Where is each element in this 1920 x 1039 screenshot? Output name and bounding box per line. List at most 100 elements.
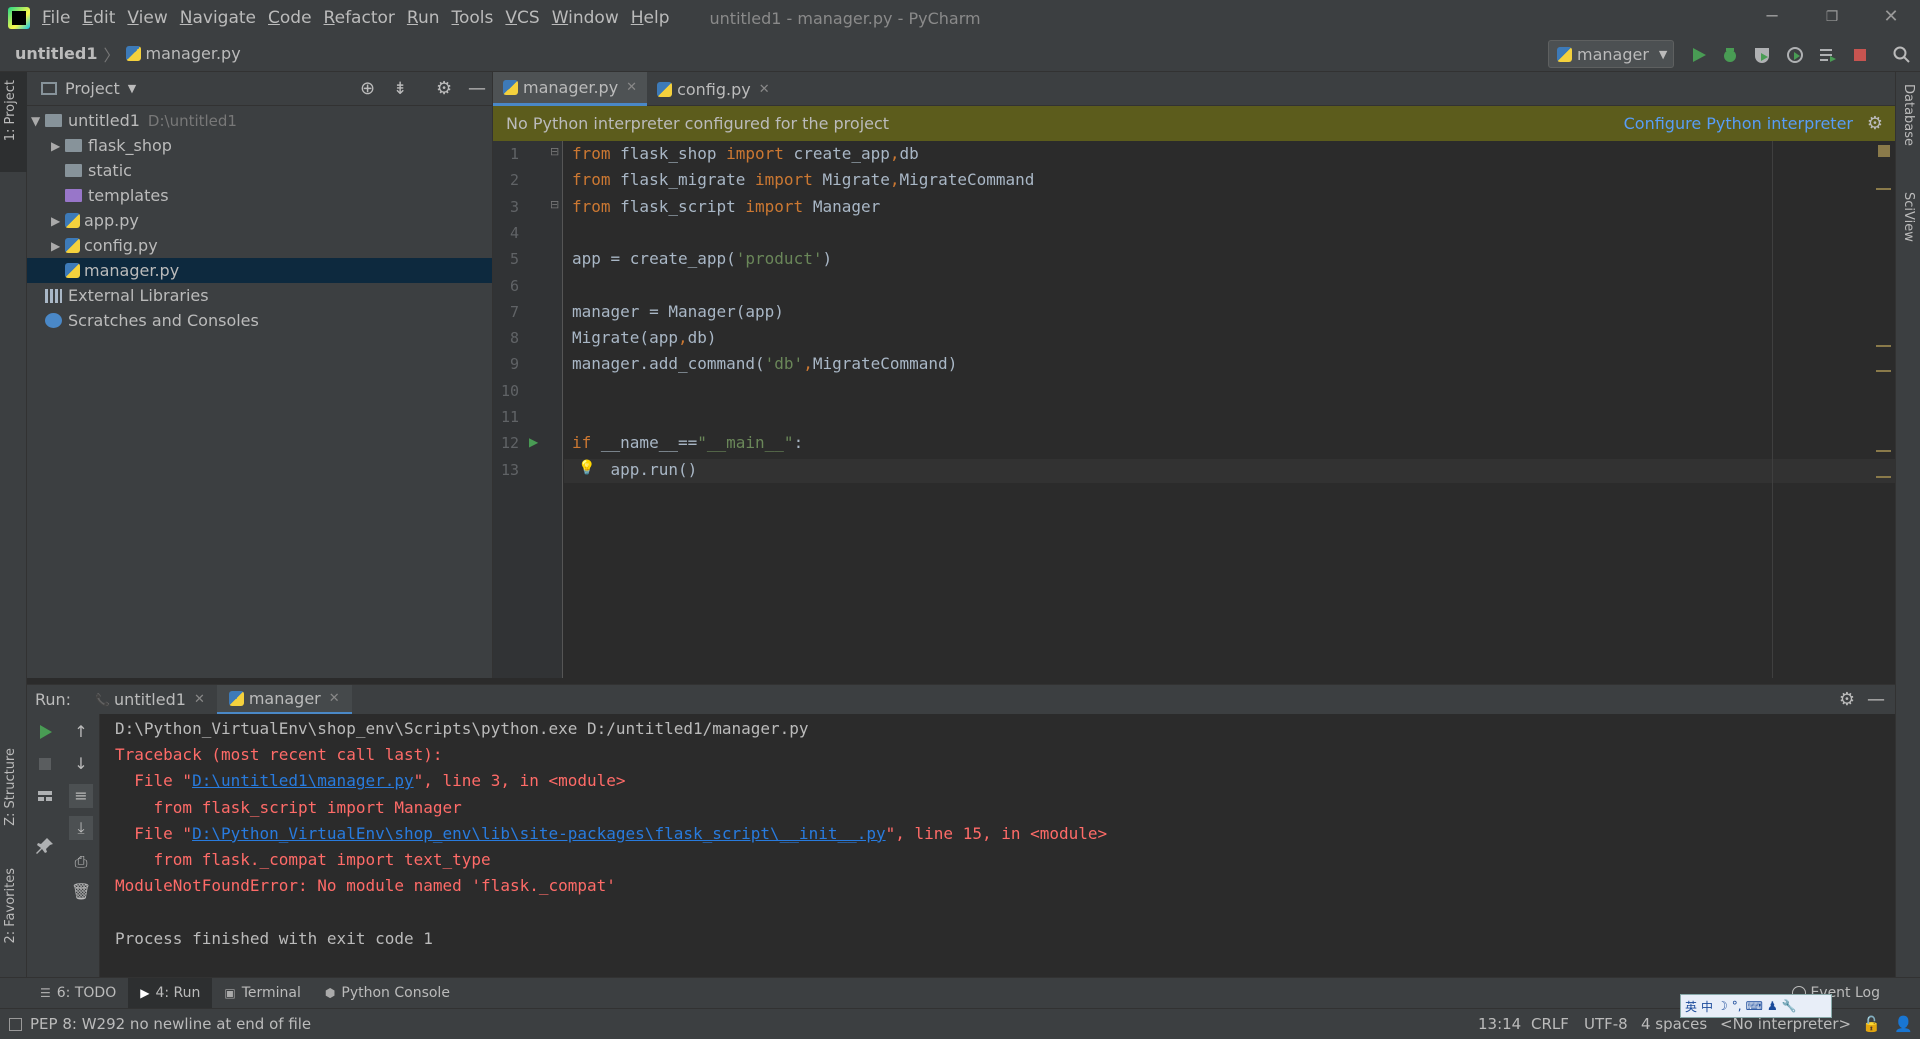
- close-button[interactable]: ✕: [1871, 6, 1911, 27]
- chevron-down-icon[interactable]: ▼: [128, 82, 136, 95]
- file-encoding[interactable]: UTF-8: [1584, 1015, 1628, 1033]
- console-file-link[interactable]: D:\Python_VirtualEnv\shop_env\lib\site-p…: [192, 824, 886, 843]
- stop-icon[interactable]: [35, 754, 55, 774]
- hide-panel-icon[interactable]: —: [1867, 689, 1885, 710]
- debug-icon[interactable]: [1720, 45, 1740, 65]
- breadcrumb-project[interactable]: untitled1: [15, 44, 97, 63]
- menu-help[interactable]: Help: [631, 8, 680, 28]
- tool-tab-terminal[interactable]: ▣ Terminal: [212, 978, 313, 1009]
- search-icon[interactable]: [1892, 45, 1912, 65]
- line-separator[interactable]: CRLF: [1531, 1015, 1569, 1033]
- database-stripe-tab[interactable]: Database: [1901, 84, 1916, 146]
- menu-vcs[interactable]: VCS: [505, 8, 549, 28]
- ime-button[interactable]: °,: [1732, 999, 1742, 1013]
- minimize-button[interactable]: ─: [1752, 6, 1792, 27]
- ime-button[interactable]: ⌨: [1746, 999, 1763, 1013]
- ime-button[interactable]: ☽: [1717, 999, 1728, 1013]
- ime-button[interactable]: 🔧: [1782, 999, 1797, 1013]
- menu-view[interactable]: View: [127, 8, 177, 28]
- collapse-all-icon[interactable]: ⇟: [393, 79, 407, 99]
- profile-icon[interactable]: [1785, 45, 1805, 65]
- structure-stripe-tab[interactable]: Z: Structure: [3, 748, 18, 826]
- scrollbar-marker[interactable]: [1876, 188, 1891, 190]
- run-tab-untitled1[interactable]: 📞 untitled1 ✕: [83, 685, 217, 715]
- tree-item[interactable]: Scratches and Consoles: [27, 308, 492, 333]
- run-with-coverage-icon[interactable]: [1752, 45, 1772, 65]
- pin-icon[interactable]: [35, 836, 55, 856]
- console-file-link[interactable]: D:\untitled1\manager.py: [192, 771, 414, 790]
- menu-file[interactable]: File: [42, 8, 80, 28]
- rerun-icon[interactable]: [35, 722, 55, 742]
- layout-icon[interactable]: [35, 786, 55, 806]
- editor-tab-config-py[interactable]: config.py ✕: [647, 72, 780, 106]
- gear-icon[interactable]: ⚙: [1867, 113, 1883, 134]
- tree-item[interactable]: External Libraries: [27, 283, 492, 308]
- tool-windows-toggle-icon[interactable]: [9, 1017, 22, 1031]
- fold-marker-icon[interactable]: ⊟: [550, 145, 559, 158]
- menu-code[interactable]: Code: [268, 8, 322, 28]
- restore-button[interactable]: ❐: [1812, 9, 1852, 25]
- ime-button[interactable]: 英: [1685, 998, 1697, 1015]
- tool-tab-pythonconsole[interactable]: ⬢ Python Console: [313, 978, 462, 1009]
- tree-item[interactable]: static: [27, 158, 492, 183]
- intention-bulb-icon[interactable]: 💡: [578, 460, 595, 476]
- breadcrumb-file[interactable]: manager.py: [146, 44, 241, 63]
- editor-tab-manager-py[interactable]: manager.py ✕: [493, 72, 648, 106]
- run-config-selector[interactable]: manager ▼: [1548, 40, 1674, 68]
- close-icon[interactable]: ✕: [329, 691, 340, 706]
- scrollbar-marker[interactable]: [1876, 476, 1891, 478]
- tool-tab-todo[interactable]: ☰ 6: TODO: [28, 978, 128, 1009]
- project-stripe-tab[interactable]: 1: Project: [0, 72, 27, 172]
- menu-refactor[interactable]: Refactor: [324, 8, 405, 28]
- ime-button[interactable]: 中: [1701, 998, 1713, 1015]
- run-console-output[interactable]: D:\Python_VirtualEnv\shop_env\Scripts\py…: [101, 714, 1895, 977]
- locate-file-icon[interactable]: ⊕: [360, 78, 375, 99]
- chevron-down-icon[interactable]: ▼: [31, 114, 45, 128]
- chevron-right-icon[interactable]: ▶: [51, 139, 65, 153]
- stop-icon[interactable]: [1850, 45, 1870, 65]
- print-icon[interactable]: ⎙: [71, 852, 91, 872]
- scroll-to-end-icon[interactable]: ⤓: [69, 816, 93, 840]
- lock-icon[interactable]: 🔓: [1862, 1015, 1881, 1033]
- tree-item[interactable]: ▶ app.py: [27, 208, 492, 233]
- gear-icon[interactable]: ⚙: [436, 78, 452, 99]
- menu-tools[interactable]: Tools: [452, 8, 504, 28]
- trash-icon[interactable]: 🗑: [71, 882, 91, 902]
- favorites-stripe-tab[interactable]: 2: Favorites: [3, 868, 18, 944]
- tree-item[interactable]: ▼ untitled1 D:\untitled1: [27, 108, 492, 133]
- down-arrow-icon[interactable]: ↓: [71, 754, 91, 774]
- menu-window[interactable]: Window: [552, 8, 629, 28]
- menu-navigate[interactable]: Navigate: [180, 8, 266, 28]
- menu-run[interactable]: Run: [407, 8, 450, 28]
- close-icon[interactable]: ✕: [626, 80, 637, 95]
- sciview-stripe-tab[interactable]: SciView: [1901, 192, 1916, 242]
- menu-edit[interactable]: Edit: [82, 8, 125, 28]
- code-editor[interactable]: from flask_shop import create_app,db from…: [564, 141, 1895, 678]
- close-icon[interactable]: ✕: [194, 692, 205, 707]
- inspection-status-icon[interactable]: [1878, 145, 1890, 157]
- inspector-icon[interactable]: 👤: [1894, 1015, 1913, 1033]
- project-panel-title[interactable]: Project: [65, 79, 120, 98]
- chevron-right-icon[interactable]: ▶: [51, 214, 65, 228]
- scrollbar-marker[interactable]: [1876, 370, 1891, 372]
- soft-wrap-icon[interactable]: ≡: [69, 784, 93, 808]
- gear-icon[interactable]: ⚙: [1839, 689, 1855, 710]
- tree-item[interactable]: ▶ config.py: [27, 233, 492, 258]
- concurrency-icon[interactable]: [1818, 45, 1838, 65]
- chevron-right-icon[interactable]: ▶: [51, 239, 65, 253]
- run-tab-manager[interactable]: manager ✕: [216, 684, 352, 715]
- run-icon[interactable]: [1689, 45, 1709, 65]
- up-arrow-icon[interactable]: ↑: [71, 722, 91, 742]
- scrollbar-marker[interactable]: [1876, 450, 1891, 452]
- tree-item[interactable]: templates: [27, 183, 492, 208]
- fold-marker-icon[interactable]: ⊟: [550, 198, 559, 211]
- tree-item[interactable]: manager.py: [27, 258, 492, 283]
- tree-item[interactable]: ▶ flask_shop: [27, 133, 492, 158]
- scrollbar-marker[interactable]: [1876, 345, 1891, 347]
- close-icon[interactable]: ✕: [759, 82, 770, 97]
- configure-interpreter-link[interactable]: Configure Python interpreter: [1624, 114, 1853, 133]
- hide-panel-icon[interactable]: —: [468, 78, 486, 99]
- ime-button[interactable]: ♟: [1767, 999, 1778, 1013]
- caret-position[interactable]: 13:14: [1478, 1015, 1521, 1033]
- ime-toolbar[interactable]: 英中 ☽ °, ⌨ ♟ 🔧: [1680, 994, 1832, 1018]
